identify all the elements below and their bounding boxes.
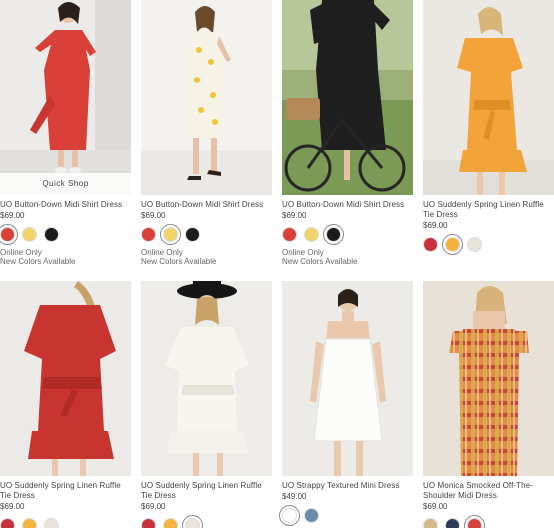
product-name[interactable]: UO Button-Down Midi Shirt Dress (0, 200, 131, 210)
color-swatch-red[interactable] (282, 227, 297, 242)
color-swatch-yellow[interactable] (163, 227, 178, 242)
product-name[interactable]: UO Suddenly Spring Linen Ruffle Tie Dres… (423, 200, 554, 220)
model-black-dress-bicycle (282, 0, 413, 195)
product-card[interactable]: UO Suddenly Spring Linen Ruffle Tie Dres… (141, 281, 272, 528)
color-swatch-black[interactable] (185, 227, 200, 242)
product-price: $69.00 (0, 502, 25, 511)
color-swatch-red[interactable] (141, 518, 156, 528)
color-swatch-white[interactable] (282, 508, 297, 523)
color-swatches (282, 227, 413, 242)
color-swatch-tan-plaid[interactable] (423, 518, 438, 528)
availability-note: Online Only (0, 248, 42, 257)
product-card[interactable]: UO Suddenly Spring Linen Ruffle Tie Dres… (423, 0, 554, 252)
color-swatches (282, 508, 413, 523)
model-plaid-off-shoulder-dress (423, 281, 554, 476)
product-price: $69.00 (423, 221, 448, 230)
color-swatch-navy-plaid[interactable] (445, 518, 460, 528)
color-swatch-orange[interactable] (163, 518, 178, 528)
product-image[interactable] (141, 0, 272, 195)
color-swatch-red[interactable] (141, 227, 156, 242)
model-red-ruffle-dress (0, 281, 131, 476)
color-swatch-yellow[interactable] (304, 227, 319, 242)
color-swatches (141, 227, 272, 242)
product-name[interactable]: UO Suddenly Spring Linen Ruffle Tie Dres… (0, 481, 131, 501)
color-swatch-cream[interactable] (44, 518, 59, 528)
product-card[interactable]: UO Monica Smocked Off-The-Shoulder Midi … (423, 281, 554, 528)
product-card[interactable]: UO Suddenly Spring Linen Ruffle Tie Dres… (0, 281, 131, 528)
product-image[interactable] (423, 281, 554, 476)
availability-note: Online Only (282, 248, 324, 257)
colors-note: New Colors Available (282, 257, 358, 266)
product-card[interactable]: Quick Shop UO Button-Down Midi Shirt Dre… (0, 0, 131, 266)
color-swatch-black[interactable] (44, 227, 59, 242)
product-image[interactable] (423, 0, 554, 195)
color-swatch-yellow[interactable] (22, 227, 37, 242)
color-swatch-black[interactable] (326, 227, 341, 242)
product-price: $69.00 (141, 211, 166, 220)
product-price: $69.00 (282, 211, 307, 220)
product-price: $69.00 (423, 502, 448, 511)
color-swatches (423, 518, 554, 528)
product-image[interactable] (0, 281, 131, 476)
product-price: $69.00 (141, 502, 166, 511)
color-swatch-orange[interactable] (445, 237, 460, 252)
product-card[interactable]: UO Strappy Textured Mini Dress $49.00 (282, 281, 413, 523)
product-name[interactable]: UO Strappy Textured Mini Dress (282, 481, 413, 491)
product-image[interactable]: Quick Shop (0, 0, 131, 195)
color-swatch-red[interactable] (0, 227, 15, 242)
product-grid: Quick Shop UO Button-Down Midi Shirt Dre… (0, 0, 554, 528)
colors-note: New Colors Available (0, 257, 76, 266)
product-name[interactable]: UO Suddenly Spring Linen Ruffle Tie Dres… (141, 481, 272, 501)
product-name[interactable]: UO Button-Down Midi Shirt Dress (141, 200, 272, 210)
product-card[interactable]: UO Button-Down Midi Shirt Dress $69.00 O… (282, 0, 413, 266)
model-red-button-down-dress (0, 0, 131, 195)
model-white-mini-dress (282, 281, 413, 476)
color-swatch-red[interactable] (423, 237, 438, 252)
product-image[interactable] (282, 281, 413, 476)
color-swatches (141, 518, 272, 528)
availability-note: Online Only (141, 248, 183, 257)
model-white-dress-hat (141, 281, 272, 476)
color-swatch-red-plaid[interactable] (467, 518, 482, 528)
model-orange-ruffle-dress (423, 0, 554, 195)
color-swatches (0, 227, 131, 242)
product-image[interactable] (141, 281, 272, 476)
product-price: $69.00 (0, 211, 25, 220)
quick-shop-button[interactable]: Quick Shop (0, 173, 131, 195)
model-yellow-floral-dress (141, 0, 272, 195)
product-price: $49.00 (282, 492, 307, 501)
product-name[interactable]: UO Button-Down Midi Shirt Dress (282, 200, 413, 210)
color-swatch-blue[interactable] (304, 508, 319, 523)
color-swatch-orange[interactable] (22, 518, 37, 528)
color-swatch-cream[interactable] (185, 518, 200, 528)
color-swatch-red[interactable] (0, 518, 15, 528)
colors-note: New Colors Available (141, 257, 217, 266)
color-swatches (0, 518, 131, 528)
product-name[interactable]: UO Monica Smocked Off-The-Shoulder Midi … (423, 481, 554, 501)
product-image[interactable] (282, 0, 413, 195)
product-card[interactable]: UO Button-Down Midi Shirt Dress $69.00 O… (141, 0, 272, 266)
color-swatches (423, 237, 554, 252)
color-swatch-cream[interactable] (467, 237, 482, 252)
